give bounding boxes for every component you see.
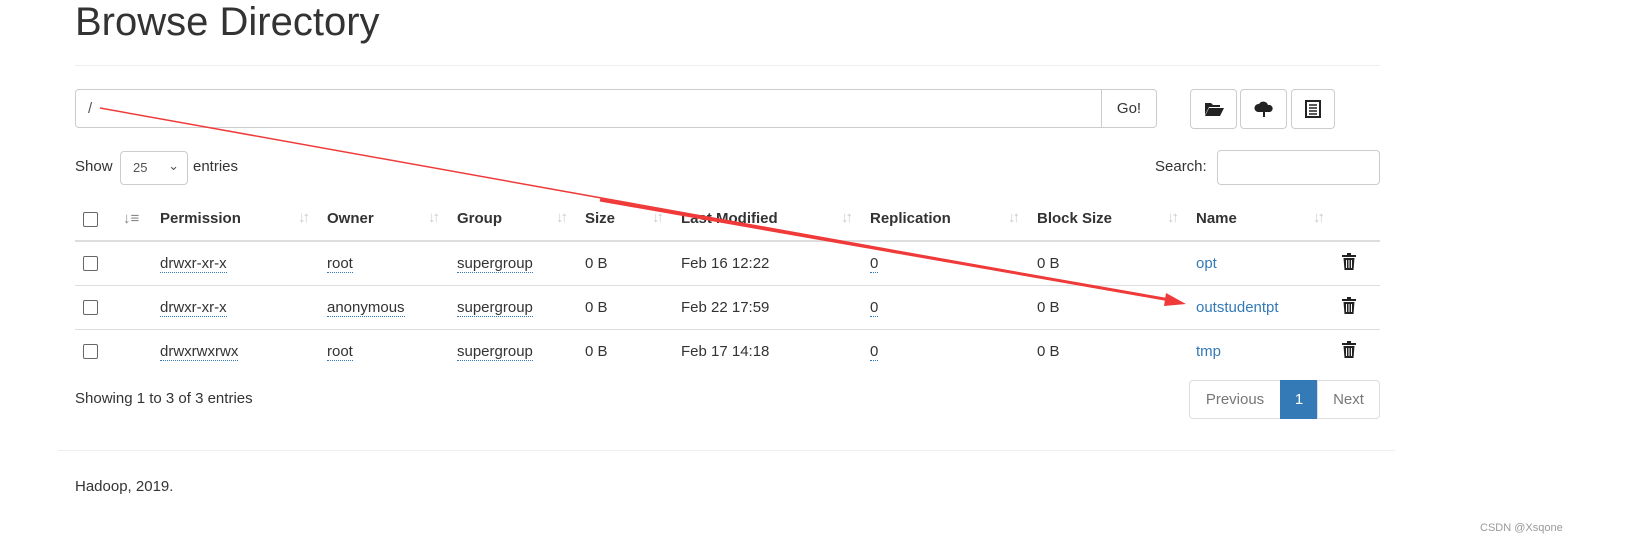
trash-icon[interactable] [1342,252,1356,270]
col-permission[interactable]: Permission ↓↑ [152,197,319,242]
sort-column[interactable]: ↓≡ [115,197,152,242]
owner[interactable]: root [327,342,353,361]
last-modified: Feb 17 14:18 [681,342,770,360]
last-modified: Feb 16 12:22 [673,241,862,286]
create-directory-button[interactable] [1190,89,1237,129]
file-name-link[interactable]: tmp [1196,343,1221,360]
list-icon [1305,100,1321,118]
replication[interactable]: 0 [870,298,879,317]
owner[interactable]: root [327,254,353,273]
permission[interactable]: drwxr-xr-x [160,298,227,317]
page-title: Browse Directory [75,0,380,44]
search-input[interactable] [1217,150,1380,185]
cut-paste-button[interactable] [1291,89,1335,129]
table-row: drwxr-xr-x root supergroup 0 B Feb 16 12… [75,241,1380,286]
watermark: CSDN @Xsqone [1480,522,1563,534]
footer-text: Hadoop, 2019. [75,478,174,495]
block-size: 0 B [1029,241,1188,286]
path-input[interactable] [75,89,1102,128]
sort-icon: ↓↑ [556,209,568,226]
size: 0 B [577,285,673,330]
previous-button[interactable]: Previous [1189,380,1281,419]
sort-icon: ↓↑ [652,209,664,226]
group[interactable]: supergroup [457,254,533,273]
divider [75,65,1380,66]
permission[interactable]: drwxr-xr-x [160,254,227,273]
go-button[interactable]: Go! [1101,89,1157,128]
trash-icon[interactable] [1342,296,1356,314]
row-checkbox[interactable] [83,344,98,360]
file-table: ↓≡ Permission ↓↑ Owner ↓↑ Group ↓↑ Size ↓↑ L… [75,197,1380,373]
group[interactable]: supergroup [457,342,533,361]
sort-ascending-icon: ↓≡ [123,210,140,227]
page-1-button[interactable]: 1 [1280,380,1318,419]
sort-icon: ↓↑ [1167,209,1179,226]
trash-icon[interactable] [1342,340,1356,358]
upload-button[interactable] [1240,89,1287,129]
table-header: ↓≡ Permission ↓↑ Owner ↓↑ Group ↓↑ Size ↓↑ L… [75,197,1380,242]
owner[interactable]: anonymous [327,298,405,317]
sort-icon: ↓↑ [1008,209,1020,226]
folder-open-icon [1204,103,1224,116]
sort-icon: ↓↑ [1313,209,1325,226]
replication[interactable]: 0 [870,254,879,273]
col-owner[interactable]: Owner ↓↑ [319,197,449,242]
file-name-link[interactable]: outstudentpt [1196,299,1279,316]
block-size: 0 B [1037,342,1060,360]
col-replication[interactable]: Replication ↓↑ [862,197,1029,242]
sort-icon: ↓↑ [298,209,310,226]
table-info: Showing 1 to 3 of 3 entries [75,390,253,407]
search-label: Search: [1155,158,1207,175]
select-all-checkbox[interactable] [83,211,98,227]
divider [58,450,1395,451]
col-last-modified[interactable]: Last Modified ↓↑ [673,197,862,242]
col-size[interactable]: Size ↓↑ [577,197,673,242]
replication[interactable]: 0 [870,342,879,361]
row-checkbox[interactable] [83,300,98,316]
cloud-upload-icon [1253,101,1273,117]
entries-label: entries [193,158,239,175]
col-group[interactable]: Group ↓↑ [449,197,577,242]
size: 0 B [577,241,673,286]
show-label: Show [75,158,113,175]
size: 0 B [585,342,608,360]
last-modified: Feb 22 17:59 [673,285,862,330]
entries-select[interactable]: 25 ⌄ [120,151,188,185]
block-size: 0 B [1029,285,1188,330]
entries-value: 25 [133,160,148,175]
col-name[interactable]: Name ↓↑ [1188,197,1334,242]
sort-icon: ↓↑ [428,209,440,226]
row-checkbox[interactable] [83,256,98,272]
group[interactable]: supergroup [457,298,533,317]
sort-icon: ↓↑ [841,209,853,226]
permission[interactable]: drwxrwxrwx [160,342,239,361]
chevron-down-icon: ⌄ [168,158,179,173]
next-button[interactable]: Next [1317,380,1380,419]
table-row: drwxr-xr-x anonymous supergroup 0 B Feb … [75,285,1380,330]
col-block-size[interactable]: Block Size ↓↑ [1029,197,1188,242]
file-name-link[interactable]: opt [1196,255,1217,272]
table-row: drwxrwxrwx root supergroup 0 B Feb 17 14… [75,329,1380,373]
